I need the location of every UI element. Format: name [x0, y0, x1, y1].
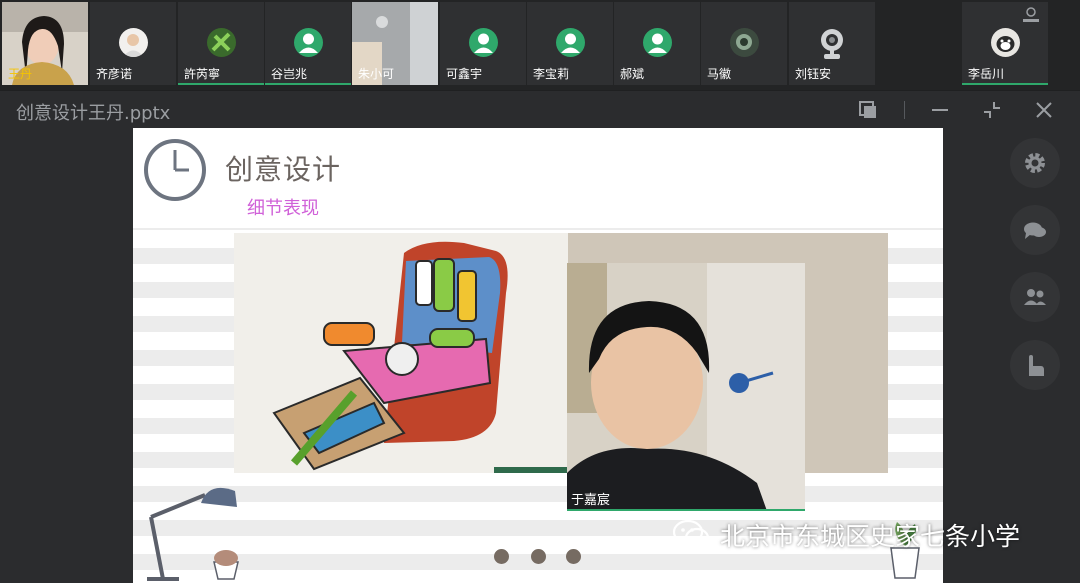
avatar: [991, 28, 1020, 57]
participant-strip: 王丹 齐彦诺 許芮寧 谷岂兆 朱小可 可鑫宇 李宝莉 郝斌 马徽 刘钰安 李岳川: [0, 0, 1080, 90]
wechat-icon: [672, 519, 710, 549]
participant-tile[interactable]: 朱小可: [352, 2, 438, 85]
participant-tile-wangdan[interactable]: 王丹: [2, 2, 88, 85]
participant-name: 可鑫宇: [446, 67, 483, 81]
participant-tile[interactable]: 齐彦诺: [90, 2, 176, 85]
participant-tile[interactable]: 郝斌: [614, 2, 700, 85]
participant-tile[interactable]: 马徽: [701, 2, 787, 85]
participant-name: 李宝莉: [533, 67, 570, 81]
shrink-icon[interactable]: [982, 100, 1002, 120]
default-avatar-icon: [294, 28, 323, 57]
watermark-text: 北京市东城区史家七条小学: [720, 522, 1021, 551]
settings-button[interactable]: [1010, 138, 1060, 188]
annotate-icon[interactable]: [858, 100, 878, 120]
default-avatar-icon: [469, 28, 498, 57]
raise-hand-button[interactable]: [1010, 340, 1060, 390]
participant-name: 李岳川: [968, 67, 1005, 81]
participant-tile[interactable]: 許芮寧: [178, 2, 264, 85]
participants-button[interactable]: [1010, 272, 1060, 322]
student-video: [567, 263, 805, 511]
settings-icon: [1025, 153, 1045, 173]
participants-icon: [1024, 289, 1046, 305]
participant-tile[interactable]: 可鑫宇: [440, 2, 526, 85]
participant-tile[interactable]: 李宝莉: [527, 2, 613, 85]
participant-name: 朱小可: [358, 67, 395, 81]
page-dot[interactable]: [566, 549, 581, 564]
participant-name: 郝斌: [620, 67, 645, 81]
page-dot[interactable]: [494, 549, 509, 564]
chat-icon: [1024, 222, 1046, 239]
avatar: [730, 28, 759, 57]
titlebar-divider: [904, 101, 905, 119]
slide-subtitle: 细节表现: [247, 198, 319, 219]
participant-name: 許芮寧: [184, 67, 221, 81]
audio-bar: [567, 509, 805, 511]
shared-slide: 创意设计 细节表现 于嘉宸: [133, 128, 943, 583]
default-avatar-icon: [643, 28, 672, 57]
participant-name: 齐彦诺: [96, 67, 133, 81]
participant-name: 谷岂兆: [271, 67, 308, 81]
participant-tile[interactable]: 刘钰安: [789, 2, 875, 85]
page-dot[interactable]: [531, 549, 546, 564]
clock-icon: [144, 139, 206, 201]
participant-name: 王丹: [8, 67, 33, 81]
chat-button[interactable]: [1010, 205, 1060, 255]
audio-bar: [265, 83, 351, 85]
avatar: [119, 28, 148, 57]
avatar: [207, 28, 236, 57]
participant-name: 刘钰安: [795, 67, 832, 81]
slide-page-dots: [494, 549, 584, 565]
webcam-indicator-icon[interactable]: [1020, 6, 1042, 24]
participant-tile[interactable]: 谷岂兆: [265, 2, 351, 85]
minimize-icon[interactable]: [930, 100, 950, 120]
cupcake-icon: [213, 550, 239, 580]
document-titlebar: 创意设计王丹.pptx: [0, 90, 1080, 128]
audio-bar: [178, 83, 264, 85]
camera-icon: [821, 29, 843, 59]
document-title: 创意设计王丹.pptx: [16, 103, 171, 124]
participant-name: 马徽: [707, 67, 732, 81]
raise-hand-icon: [1029, 355, 1044, 376]
student-name: 于嘉宸: [571, 493, 611, 508]
close-icon[interactable]: [1034, 100, 1054, 120]
student-video-tile[interactable]: 于嘉宸: [567, 263, 805, 511]
meeting-window: 王丹 齐彦诺 許芮寧 谷岂兆 朱小可 可鑫宇 李宝莉 郝斌 马徽 刘钰安 李岳川…: [0, 0, 1080, 583]
slide-title: 创意设计: [225, 153, 342, 186]
audio-bar: [962, 83, 1048, 85]
default-avatar-icon: [556, 28, 585, 57]
